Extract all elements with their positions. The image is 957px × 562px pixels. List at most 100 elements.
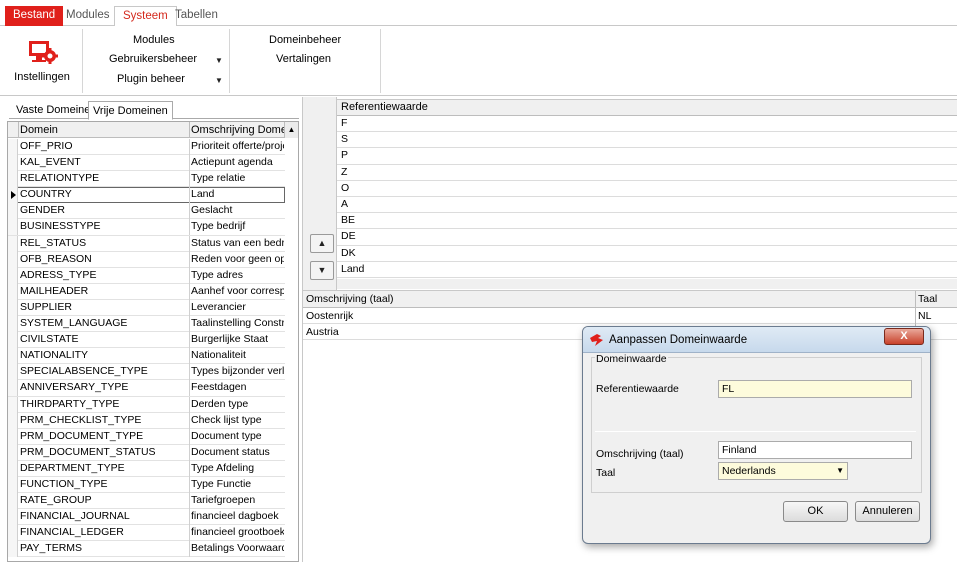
table-row[interactable]: DEPARTMENT_TYPE Type Afdeling: [8, 460, 285, 477]
table-row[interactable]: SUPPLIER Leverancier: [8, 299, 285, 317]
table-row[interactable]: O: [337, 181, 957, 197]
table-row[interactable]: ANNIVERSARY_TYPE Feestdagen: [8, 380, 285, 397]
tab-modules[interactable]: Modules: [58, 6, 117, 26]
table-row[interactable]: P: [337, 148, 957, 165]
table-row[interactable]: REL_STATUS Status van een bedrij: [8, 235, 285, 252]
table-row[interactable]: FUNCTION_TYPE Type Functie: [8, 476, 285, 494]
ribbon: Instellingen Modules Gebruikersbeheer ▼ …: [0, 26, 957, 96]
taal-select[interactable]: Nederlands ▼: [718, 462, 848, 480]
instellingen-button[interactable]: Instellingen: [10, 38, 74, 88]
column-divider: [189, 396, 190, 413]
scroll-up-icon[interactable]: ▲: [284, 122, 298, 138]
row-indicator[interactable]: [8, 428, 18, 445]
table-row[interactable]: PRM_CHECKLIST_TYPE Check lijst type: [8, 412, 285, 429]
table-row[interactable]: CIVILSTATE Burgerlijke Staat: [8, 332, 285, 349]
row-indicator[interactable]: [8, 251, 18, 268]
column-divider: [189, 525, 190, 542]
table-row[interactable]: S: [337, 132, 957, 149]
table-row[interactable]: SYSTEM_LANGUAGE Taalinstelling Constru: [8, 316, 285, 333]
annuleren-button[interactable]: Annuleren: [855, 501, 920, 522]
row-indicator[interactable]: [8, 203, 18, 220]
domein-cell: ANNIVERSARY_TYPE: [20, 381, 129, 394]
domein-cell: RATE_GROUP: [20, 494, 92, 507]
column-divider: [189, 155, 190, 172]
column-divider: [189, 493, 190, 510]
table-row[interactable]: Land: [337, 262, 957, 278]
move-up-button[interactable]: ▲: [310, 234, 334, 253]
plugin-beheer-button[interactable]: Plugin beheer: [117, 73, 185, 85]
row-indicator[interactable]: [8, 364, 18, 381]
column-referentiewaarde[interactable]: Referentiewaarde: [337, 100, 957, 116]
close-button[interactable]: X: [884, 328, 924, 345]
tab-bestand[interactable]: Bestand: [5, 6, 64, 26]
table-row[interactable]: RATE_GROUP Tariefgroepen: [8, 493, 285, 510]
table-row[interactable]: DE: [337, 229, 957, 246]
domeinbeheer-button[interactable]: Domeinbeheer: [269, 34, 341, 46]
row-indicator[interactable]: [8, 316, 18, 333]
table-row[interactable]: OFB_REASON Reden voor geen opd: [8, 251, 285, 268]
row-indicator[interactable]: [8, 171, 18, 188]
app-logo-icon: [590, 334, 603, 346]
row-indicator[interactable]: [8, 380, 18, 397]
column-taal[interactable]: Taal: [918, 293, 937, 305]
row-indicator[interactable]: [8, 283, 18, 300]
column-domein[interactable]: Domein: [20, 124, 58, 136]
table-row[interactable]: Oostenrijk NL: [303, 308, 957, 324]
move-down-button[interactable]: ▼: [310, 261, 334, 280]
table-row[interactable]: PRM_DOCUMENT_STATUS Document status: [8, 444, 285, 461]
row-indicator[interactable]: [8, 412, 18, 429]
row-indicator[interactable]: [8, 139, 18, 155]
table-row[interactable]: KAL_EVENT Actiepunt agenda: [8, 155, 285, 172]
table-row[interactable]: DK: [337, 246, 957, 262]
row-indicator[interactable]: [8, 219, 18, 236]
row-indicator[interactable]: [8, 332, 18, 349]
column-omschrijving-domein[interactable]: Omschrijving Domein: [191, 124, 296, 136]
table-row[interactable]: THIRDPARTY_TYPE Derden type: [8, 396, 285, 413]
gebruikersbeheer-button[interactable]: Gebruikersbeheer: [109, 53, 197, 65]
omschrijving-grid-header: Omschrijving (taal) Taal: [303, 291, 957, 308]
row-indicator[interactable]: [8, 460, 18, 477]
omschrijving-input[interactable]: Finland: [718, 441, 912, 459]
table-row[interactable]: OFF_PRIO Prioriteit offerte/proje: [8, 139, 285, 156]
row-indicator[interactable]: [8, 396, 18, 413]
row-indicator[interactable]: [8, 187, 18, 204]
table-row[interactable]: BE: [337, 213, 957, 230]
table-row[interactable]: MAILHEADER Aanhef voor correspo: [8, 283, 285, 300]
tab-vrije-domeinen[interactable]: Vrije Domeinen: [88, 101, 173, 120]
settings-monitor-icon: [29, 41, 58, 64]
table-row[interactable]: A: [337, 197, 957, 214]
table-row[interactable]: NATIONALITY Nationaliteit: [8, 348, 285, 365]
dialog-titlebar[interactable]: Aanpassen Domeinwaarde X: [583, 327, 930, 353]
row-indicator[interactable]: [8, 493, 18, 510]
table-row[interactable]: BUSINESSTYPE Type bedrijf: [8, 219, 285, 236]
row-indicator[interactable]: [8, 348, 18, 365]
table-row[interactable]: GENDER Geslacht: [8, 203, 285, 220]
table-row[interactable]: PAY_TERMS Betalings Voorwaarde: [8, 541, 285, 558]
modules-button[interactable]: Modules: [133, 34, 175, 46]
column-divider: [915, 308, 916, 324]
table-row[interactable]: RELATIONTYPE Type relatie: [8, 171, 285, 188]
table-row[interactable]: FINANCIAL_JOURNAL financieel dagboek: [8, 509, 285, 526]
row-indicator[interactable]: [8, 235, 18, 252]
row-indicator[interactable]: [8, 444, 18, 461]
table-row[interactable]: SPECIALABSENCE_TYPE Types bijzonder verlo: [8, 364, 285, 381]
column-omschrijving-taal[interactable]: Omschrijving (taal): [306, 293, 394, 305]
row-indicator[interactable]: [8, 509, 18, 526]
table-row[interactable]: Z: [337, 165, 957, 181]
ok-button[interactable]: OK: [783, 501, 848, 522]
tab-tabellen[interactable]: Tabellen: [167, 6, 226, 26]
table-row[interactable]: PRM_DOCUMENT_TYPE Document type: [8, 428, 285, 445]
column-divider: [189, 267, 190, 284]
vertalingen-button[interactable]: Vertalingen: [276, 53, 331, 65]
row-indicator[interactable]: [8, 155, 18, 172]
row-indicator[interactable]: [8, 299, 18, 316]
row-indicator[interactable]: [8, 525, 18, 542]
referentiewaarde-input[interactable]: FL: [718, 380, 912, 398]
table-row[interactable]: ADRESS_TYPE Type adres: [8, 267, 285, 284]
row-indicator[interactable]: [8, 541, 18, 558]
table-row[interactable]: COUNTRY Land: [8, 187, 285, 204]
row-indicator[interactable]: [8, 267, 18, 284]
table-row[interactable]: F: [337, 116, 957, 133]
row-indicator[interactable]: [8, 476, 18, 493]
table-row[interactable]: FINANCIAL_LEDGER financieel grootboek: [8, 525, 285, 542]
